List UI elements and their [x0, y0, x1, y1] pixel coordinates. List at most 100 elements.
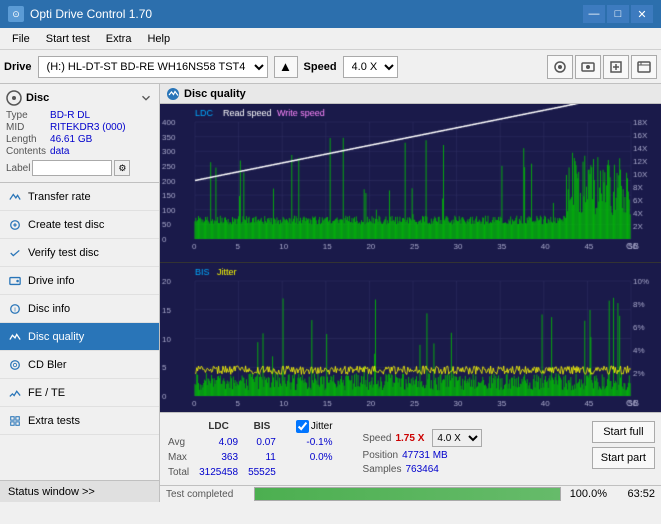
extra-tests-icon	[8, 414, 22, 428]
nav-cd-bler[interactable]: CD Bler	[0, 351, 159, 379]
disc-type-value: BD-R DL	[50, 110, 153, 121]
drive-info-icon	[8, 274, 22, 288]
speed-select-bottom[interactable]: 4.0 X	[432, 429, 482, 447]
top-chart	[160, 104, 661, 263]
nav-fe-te[interactable]: FE / TE	[0, 379, 159, 407]
close-button[interactable]: ✕	[631, 5, 653, 23]
speed-select[interactable]: 4.0 X	[343, 56, 398, 78]
disc-mid-label: MID	[6, 122, 46, 133]
progress-bar-area: Test completed 100.0% 63:52	[160, 485, 661, 502]
title-bar-buttons: — □ ✕	[583, 5, 653, 23]
nav-extra-tests[interactable]: Extra tests	[0, 407, 159, 435]
disc-label-button[interactable]: ⚙	[114, 160, 130, 176]
jitter-checkbox[interactable]	[296, 420, 309, 433]
top-chart-canvas	[160, 104, 661, 259]
title-bar-text: Opti Drive Control 1.70	[30, 7, 152, 21]
nav-disc-quality[interactable]: Disc quality	[0, 323, 159, 351]
progress-time: 63:52	[615, 488, 655, 500]
disc-contents-label: Contents	[6, 146, 46, 157]
speed-label: Speed	[363, 433, 392, 444]
progress-bar-fill	[255, 488, 560, 500]
avg-label: Avg	[168, 436, 197, 449]
total-label: Total	[168, 466, 197, 479]
title-bar: ⊙ Opti Drive Control 1.70 — □ ✕	[0, 0, 661, 28]
toolbar-btn-3[interactable]	[603, 55, 629, 79]
fe-te-icon	[8, 386, 22, 400]
charts-area	[160, 104, 661, 412]
nav-disc-info[interactable]: i Disc info	[0, 295, 159, 323]
position-value: 47731 MB	[402, 450, 448, 461]
toolbar-btn-2[interactable]	[575, 55, 601, 79]
cd-bler-icon	[8, 358, 22, 372]
max-label: Max	[168, 451, 197, 464]
speed-value: 1.75 X	[395, 433, 424, 444]
disc-icon	[6, 90, 22, 106]
max-bis: 11	[248, 451, 284, 464]
avg-bis: 0.07	[248, 436, 284, 449]
toolbar-buttons	[547, 55, 657, 79]
samples-value: 763464	[405, 464, 438, 475]
status-window-button[interactable]: Status window >>	[0, 480, 159, 502]
disc-quality-header-icon	[166, 87, 180, 101]
samples-label: Samples	[363, 464, 402, 475]
disc-info-panel: Disc Type BD-R DL MID RITEKDR3 (000) Len…	[0, 84, 159, 183]
avg-jitter: -0.1%	[296, 436, 341, 449]
toolbar-btn-4[interactable]	[631, 55, 657, 79]
start-part-button[interactable]: Start part	[592, 447, 655, 469]
bis-header: BIS	[248, 419, 284, 434]
position-label: Position	[363, 450, 399, 461]
drive-label: Drive	[4, 61, 32, 73]
transfer-rate-icon	[8, 190, 22, 204]
status-text: Test completed	[166, 489, 246, 500]
disc-length-value: 46.61 GB	[50, 134, 153, 145]
disc-type-label: Type	[6, 110, 46, 121]
content-area: Disc quality LDC BIS	[160, 84, 661, 502]
avg-ldc: 4.09	[199, 436, 246, 449]
bottom-panel: LDC BIS Jitter Avg 4.09 0.07 -0.1%	[160, 412, 661, 502]
disc-label-input[interactable]	[32, 160, 112, 176]
disc-mid-value: RITEKDR3 (000)	[50, 122, 153, 133]
drive-select[interactable]: (H:) HL-DT-ST BD-RE WH16NS58 TST4	[38, 56, 268, 78]
maximize-button[interactable]: □	[607, 5, 629, 23]
minimize-button[interactable]: —	[583, 5, 605, 23]
toolbar-btn-1[interactable]	[547, 55, 573, 79]
menu-start-test[interactable]: Start test	[38, 31, 98, 47]
sidebar-nav: Transfer rate Create test disc Verify te…	[0, 183, 159, 480]
menu-file[interactable]: File	[4, 31, 38, 47]
start-full-button[interactable]: Start full	[592, 421, 655, 443]
disc-quality-icon	[8, 330, 22, 344]
nav-transfer-rate[interactable]: Transfer rate	[0, 183, 159, 211]
progress-bar-container	[254, 487, 561, 501]
total-bis: 55525	[248, 466, 284, 479]
disc-info-icon: i	[8, 302, 22, 316]
bottom-chart	[160, 263, 661, 412]
nav-create-test-disc[interactable]: Create test disc	[0, 211, 159, 239]
disc-contents-value: data	[50, 146, 153, 157]
eject-button[interactable]: ▲	[274, 56, 298, 78]
progress-percent: 100.0%	[569, 488, 607, 500]
disc-arrow-icon	[139, 91, 153, 105]
app-icon: ⊙	[8, 6, 24, 22]
jitter-label: Jitter	[311, 421, 333, 432]
nav-verify-test-disc[interactable]: Verify test disc	[0, 239, 159, 267]
menu-bar: File Start test Extra Help	[0, 28, 661, 50]
drive-bar: Drive (H:) HL-DT-ST BD-RE WH16NS58 TST4 …	[0, 50, 661, 84]
menu-extra[interactable]: Extra	[98, 31, 140, 47]
action-buttons: Start full Start part	[592, 421, 655, 469]
disc-length-label: Length	[6, 134, 46, 145]
total-ldc: 3125458	[199, 466, 246, 479]
main-layout: Disc Type BD-R DL MID RITEKDR3 (000) Len…	[0, 84, 661, 502]
disc-label-text: Label	[6, 163, 30, 174]
menu-help[interactable]: Help	[139, 31, 178, 47]
disc-panel-title: Disc	[26, 92, 49, 104]
nav-drive-info[interactable]: Drive info	[0, 267, 159, 295]
speed-label: Speed	[304, 61, 337, 73]
ldc-header: LDC	[199, 419, 246, 434]
disc-quality-header: Disc quality	[160, 84, 661, 104]
stats-row: LDC BIS Jitter Avg 4.09 0.07 -0.1%	[160, 413, 661, 485]
create-test-disc-icon	[8, 218, 22, 232]
verify-test-disc-icon	[8, 246, 22, 260]
disc-quality-title: Disc quality	[184, 88, 246, 100]
bottom-chart-canvas	[160, 263, 661, 412]
max-ldc: 363	[199, 451, 246, 464]
